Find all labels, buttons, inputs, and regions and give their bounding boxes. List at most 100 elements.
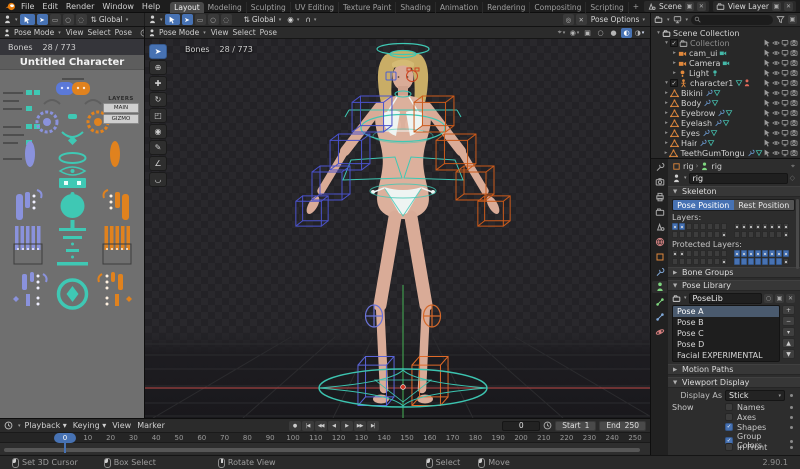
expand-icon[interactable]: ▸ — [663, 130, 670, 136]
checkbox[interactable]: ✓ — [670, 39, 678, 47]
remove-view-layer-button[interactable]: ✕ — [784, 2, 793, 11]
orientation-dropdown[interactable]: ⇅ Global▾ — [242, 15, 284, 24]
gizmo-icon[interactable] — [140, 29, 144, 37]
select-mode-circle[interactable]: ○ — [63, 14, 74, 25]
layer-cell[interactable] — [679, 258, 685, 265]
expand-icon[interactable]: ▾ — [655, 30, 662, 36]
pose-specials-button[interactable]: ▾ — [782, 327, 795, 337]
layer-cell[interactable] — [700, 223, 706, 230]
select-mode-box[interactable]: ▭ — [195, 14, 206, 25]
disable-viewport-toggle[interactable] — [781, 79, 789, 87]
properties-tab-cam[interactable] — [652, 176, 667, 188]
select-tool-button[interactable] — [165, 14, 180, 25]
viewport-menu-pose[interactable]: Pose — [258, 28, 279, 37]
viewport-menu-view[interactable]: View — [209, 28, 231, 37]
picker-fingers-left[interactable] — [14, 226, 42, 264]
disable-render-toggle[interactable] — [790, 109, 798, 117]
next-keyframe-button[interactable]: ▶▶ — [354, 421, 366, 431]
layer-cell[interactable] — [776, 231, 782, 238]
playhead-line[interactable] — [64, 442, 66, 453]
selectable-toggle[interactable] — [763, 39, 771, 47]
outliner-row[interactable]: ▸Hair — [651, 138, 800, 148]
layer-cell[interactable] — [762, 250, 768, 257]
layer-cell[interactable] — [700, 258, 706, 265]
disable-viewport-toggle[interactable] — [781, 39, 789, 47]
outliner-row[interactable]: ▾Scene Collection — [651, 28, 800, 38]
outliner-row[interactable]: ▾✓character1 — [651, 78, 800, 88]
display-as-dropdown[interactable]: Stick▾ — [725, 390, 785, 401]
pose-item[interactable]: Pose D — [673, 339, 779, 350]
layer-cell[interactable] — [769, 250, 775, 257]
disable-render-toggle[interactable] — [790, 79, 798, 87]
expand-icon[interactable]: ▸ — [663, 140, 670, 146]
outliner-row[interactable]: ▸Eyebrow — [651, 108, 800, 118]
prev-keyframe-button[interactable]: ◀◀ — [315, 421, 327, 431]
layer-cell[interactable] — [672, 231, 678, 238]
outliner-row[interactable]: ▸cam_ui — [651, 48, 800, 58]
picker-nose-control[interactable] — [68, 114, 77, 119]
layer-cell[interactable] — [721, 223, 727, 230]
layer-cell[interactable] — [741, 231, 747, 238]
timeline-menu-view[interactable]: View — [112, 421, 131, 430]
layer-cell[interactable] — [762, 258, 768, 265]
proportional-edit-button[interactable]: ◎ — [563, 14, 574, 25]
name-field[interactable]: rig — [689, 173, 788, 184]
workspace-tab-rendering[interactable]: Rendering — [483, 2, 530, 13]
select-tool-button[interactable] — [20, 14, 35, 25]
picker-hand-left-cluster[interactable] — [16, 190, 42, 220]
outliner-row[interactable]: ▸TeethGumTongue — [651, 148, 800, 158]
disable-render-toggle[interactable] — [790, 89, 798, 97]
start-frame-field[interactable]: Start1 — [555, 421, 596, 431]
breadcrumb-object[interactable]: rig — [683, 162, 694, 171]
layer-cell[interactable] — [755, 231, 761, 238]
layer-cell[interactable] — [679, 250, 685, 257]
disable-render-toggle[interactable] — [790, 129, 798, 137]
checkbox-in-front[interactable] — [725, 443, 733, 451]
layer-cell[interactable] — [686, 231, 692, 238]
expand-icon[interactable]: ▸ — [663, 100, 670, 106]
picker-brow-left[interactable] — [44, 100, 60, 104]
menu-help[interactable]: Help — [138, 2, 164, 11]
viewport-menu-select[interactable]: Select — [231, 28, 258, 37]
layer-cell[interactable] — [721, 258, 727, 265]
menu-window[interactable]: Window — [98, 2, 138, 11]
tool-rotate[interactable]: ↻ — [149, 92, 167, 107]
layer-gizmo-button[interactable]: GIZMO — [103, 114, 139, 124]
pose-move-down-button[interactable]: ▼ — [782, 349, 795, 359]
checkbox-shapes[interactable]: ✓ — [725, 423, 733, 431]
shading-wireframe-button[interactable]: ○ — [595, 28, 606, 38]
layer-cell[interactable] — [783, 223, 789, 230]
expand-icon[interactable]: ▾ — [663, 40, 670, 46]
outliner-row[interactable]: ▸Light — [651, 68, 800, 78]
jump-start-button[interactable]: |◀ — [302, 421, 314, 431]
workspace-tab-sculpting[interactable]: Sculpting — [247, 2, 291, 13]
picker-menu-select[interactable]: Select — [86, 28, 113, 37]
timeline-scrollbar[interactable] — [4, 448, 640, 452]
pose-item[interactable]: Pose B — [673, 317, 779, 328]
poselib-new-button[interactable]: ▣ — [775, 294, 784, 303]
layer-cell[interactable] — [679, 231, 685, 238]
hide-viewport-toggle[interactable] — [772, 139, 780, 147]
picker-menu-view[interactable]: View — [64, 28, 86, 37]
selectable-toggle[interactable] — [763, 49, 771, 57]
layer-cell[interactable] — [686, 258, 692, 265]
layer-cell[interactable] — [755, 258, 761, 265]
shading-rendered-button[interactable]: ◑▾ — [634, 28, 645, 38]
outliner-row[interactable]: ▸Eyes — [651, 128, 800, 138]
layers-grid-right[interactable] — [734, 223, 789, 238]
layer-cell[interactable] — [693, 231, 699, 238]
hide-viewport-toggle[interactable] — [772, 69, 780, 77]
layer-cell[interactable] — [755, 250, 761, 257]
breadcrumb-data[interactable]: rig — [711, 162, 722, 171]
properties-tab-scene[interactable] — [652, 221, 667, 233]
pivot-point-dropdown[interactable]: ◉▾ — [285, 15, 301, 24]
hide-viewport-toggle[interactable] — [772, 49, 780, 57]
section-bone-groups[interactable]: ▶Bone Groups — [668, 267, 800, 278]
workspace-tab-modeling[interactable]: Modeling — [204, 2, 247, 13]
layer-cell[interactable] — [769, 231, 775, 238]
layer-cell[interactable] — [769, 258, 775, 265]
layer-cell[interactable] — [693, 258, 699, 265]
play-button[interactable]: ▶ — [341, 421, 353, 431]
disable-viewport-toggle[interactable] — [781, 99, 789, 107]
properties-tab-bone[interactable] — [652, 311, 667, 323]
